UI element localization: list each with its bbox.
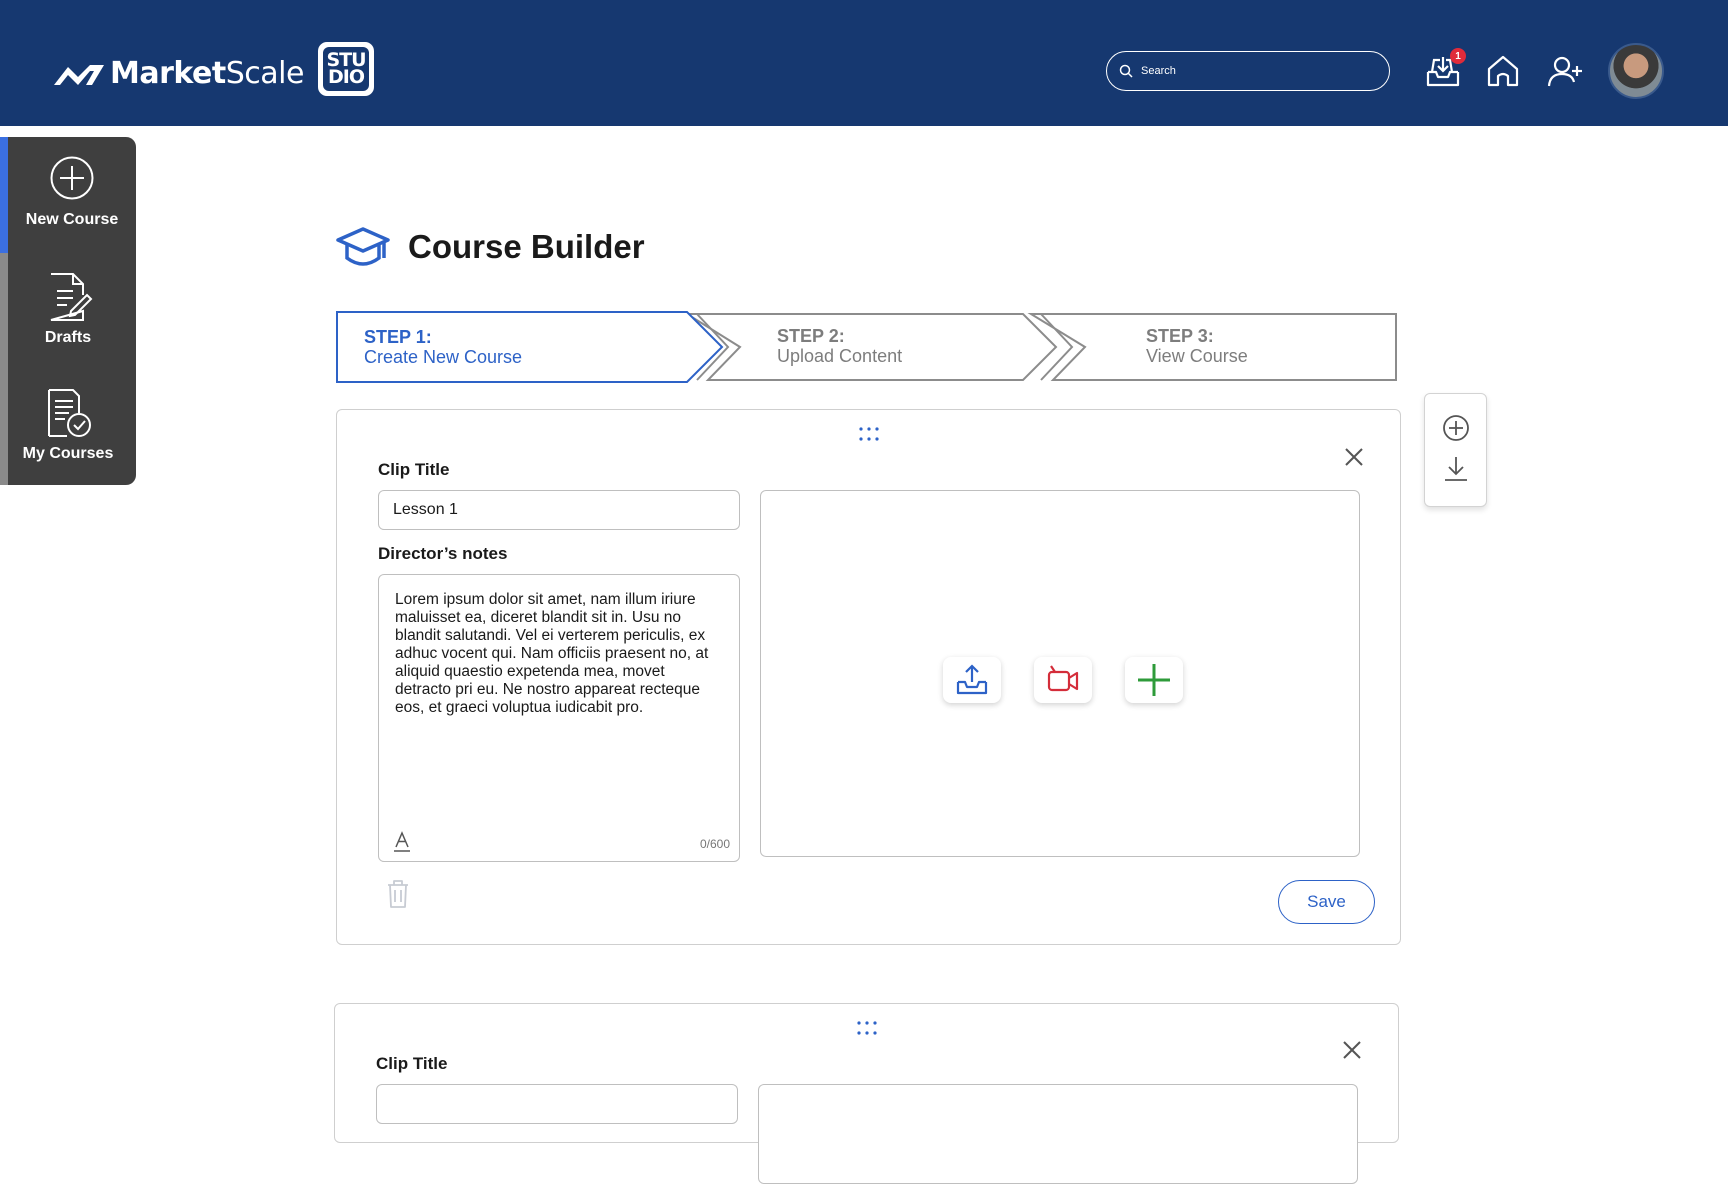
- text-format-icon[interactable]: [393, 831, 411, 853]
- brand-name: MarketScale: [110, 56, 304, 91]
- download-icon: [1445, 457, 1467, 481]
- close-icon[interactable]: [1341, 1039, 1363, 1061]
- record-video-icon: [1047, 665, 1079, 692]
- media-drop-area[interactable]: [760, 490, 1360, 857]
- sidebar-item-new-course[interactable]: New Course: [0, 137, 136, 253]
- studio-label-bottom: DIO: [328, 66, 365, 88]
- clip-card: Clip Title Director’s notes Lorem ipsum …: [336, 409, 1401, 945]
- download-button[interactable]: [1440, 453, 1472, 485]
- sidebar-item-drafts[interactable]: Drafts: [0, 253, 136, 369]
- search-input[interactable]: [1141, 65, 1371, 77]
- drag-handle-icon[interactable]: [855, 1020, 879, 1036]
- notification-badge: 1: [1450, 48, 1466, 64]
- directors-notes-field[interactable]: Lorem ipsum dolor sit amet, nam illum ir…: [378, 574, 740, 862]
- add-media-button[interactable]: [1125, 657, 1183, 703]
- add-clip-button[interactable]: [1440, 412, 1472, 444]
- sidebar-item-label: Drafts: [44, 329, 92, 346]
- step-3[interactable]: STEP 3: View Course: [1146, 326, 1248, 366]
- marketscale-logo[interactable]: MarketScale: [52, 56, 304, 91]
- close-icon[interactable]: [1343, 446, 1365, 468]
- home-icon[interactable]: [1484, 52, 1522, 90]
- record-video-button[interactable]: [1034, 657, 1092, 703]
- add-icon: [1138, 664, 1170, 696]
- studio-badge[interactable]: STU DIO: [318, 42, 374, 96]
- step-label: Upload Content: [777, 346, 903, 366]
- upload-icon: [956, 664, 988, 695]
- clip-title-label: Clip Title: [376, 1054, 448, 1073]
- step-1[interactable]: STEP 1: Create New Course: [364, 327, 522, 367]
- directors-notes-text: Lorem ipsum dolor sit amet, nam illum ir…: [395, 591, 709, 716]
- page-header: Course Builder: [336, 226, 645, 268]
- clip-title-input[interactable]: [378, 490, 740, 530]
- sidebar: New Course Drafts My Courses: [0, 137, 136, 485]
- graduation-cap-icon: [336, 227, 390, 266]
- sidebar-item-my-courses[interactable]: My Courses: [0, 369, 136, 485]
- marketscale-logo-mark: [54, 64, 104, 85]
- character-count: 0/600: [699, 837, 730, 851]
- page-title: Course Builder: [408, 228, 645, 265]
- step-label: Create New Course: [364, 347, 523, 367]
- step-number: STEP 3:: [1146, 326, 1214, 346]
- document-edit-icon: [50, 273, 93, 321]
- plus-circle-icon: [50, 156, 94, 200]
- trash-icon[interactable]: [385, 879, 411, 909]
- step-2[interactable]: STEP 2: Upload Content: [777, 326, 902, 366]
- sidebar-item-label: My Courses: [22, 445, 114, 462]
- clip-tools-panel: [1424, 393, 1487, 507]
- top-navigation-bar: MarketScale STU DIO 1: [0, 0, 1728, 126]
- upload-button[interactable]: [943, 657, 1001, 703]
- clip-card: Clip Title: [334, 1003, 1399, 1184]
- step-number: STEP 2:: [777, 326, 845, 346]
- search-icon: [1119, 64, 1133, 78]
- step-number: STEP 1:: [364, 327, 432, 347]
- step-label: View Course: [1146, 346, 1248, 366]
- add-user-icon[interactable]: [1546, 52, 1584, 90]
- plus-circle-icon: [1443, 415, 1469, 441]
- sidebar-item-label: New Course: [25, 211, 119, 228]
- search-bar[interactable]: [1106, 51, 1390, 91]
- clip-title-input[interactable]: [376, 1084, 738, 1124]
- save-button[interactable]: Save: [1278, 880, 1375, 924]
- directors-notes-label: Director’s notes: [378, 544, 508, 563]
- document-check-icon: [48, 389, 91, 437]
- step-progress: STEP 1: Create New Course STEP 2: Upload…: [336, 311, 1398, 383]
- media-drop-area[interactable]: [758, 1084, 1358, 1184]
- user-avatar[interactable]: [1608, 43, 1664, 99]
- drag-handle-icon[interactable]: [857, 426, 881, 442]
- clip-title-label: Clip Title: [378, 460, 450, 479]
